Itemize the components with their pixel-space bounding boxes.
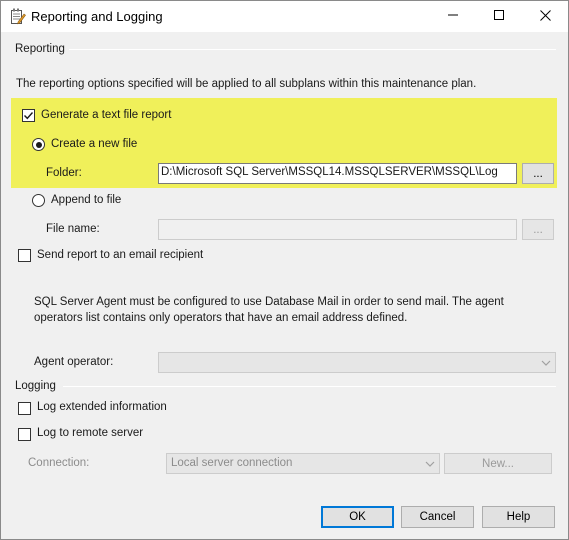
agent-note: SQL Server Agent must be configured to u… [34, 296, 504, 324]
cancel-button[interactable]: Cancel [401, 506, 474, 528]
maximize-icon [494, 10, 504, 23]
log-remote-label[interactable]: Log to remote server [37, 427, 143, 439]
maximize-button[interactable] [476, 1, 522, 32]
new-connection-button[interactable]: New... [444, 453, 552, 474]
append-to-file-radio[interactable] [32, 194, 45, 207]
reporting-divider [69, 49, 556, 50]
checkmark-icon [24, 112, 34, 120]
folder-label: Folder: [46, 167, 82, 179]
help-button[interactable]: Help [482, 506, 555, 528]
connection-label: Connection: [28, 457, 90, 469]
minimize-button[interactable] [430, 1, 476, 32]
connection-dropdown[interactable]: Local server connection [166, 453, 440, 474]
folder-input[interactable]: D:\Microsoft SQL Server\MSSQL14.MSSQLSER… [158, 163, 517, 184]
logging-divider [63, 386, 556, 387]
dialog-window: Reporting and Logging Reporting The repo… [0, 0, 569, 540]
agent-operator-dropdown[interactable] [158, 352, 556, 373]
create-new-file-label[interactable]: Create a new file [51, 138, 137, 150]
append-to-file-label[interactable]: Append to file [51, 194, 121, 206]
close-button[interactable] [522, 1, 568, 32]
file-name-label: File name: [46, 223, 100, 235]
log-extended-label[interactable]: Log extended information [37, 401, 167, 413]
folder-browse-button[interactable]: ... [522, 163, 554, 184]
send-email-label[interactable]: Send report to an email recipient [37, 249, 203, 261]
logging-section-title: Logging [15, 380, 56, 392]
generate-report-label[interactable]: Generate a text file report [41, 109, 171, 121]
file-name-browse-button[interactable]: ... [522, 219, 554, 240]
connection-value: Local server connection [171, 457, 293, 469]
chevron-down-icon [425, 459, 435, 467]
notepad-pencil-icon [10, 8, 26, 25]
window-title: Reporting and Logging [31, 9, 163, 24]
generate-report-checkbox[interactable] [22, 109, 35, 122]
title-bar: Reporting and Logging [1, 1, 568, 32]
log-extended-checkbox[interactable] [18, 402, 31, 415]
ok-button[interactable]: OK [321, 506, 394, 528]
reporting-description: The reporting options specified will be … [16, 78, 477, 90]
file-name-input[interactable] [158, 219, 517, 240]
chevron-down-icon [541, 358, 551, 366]
log-remote-checkbox[interactable] [18, 428, 31, 441]
create-new-file-radio[interactable] [32, 138, 45, 151]
send-email-checkbox[interactable] [18, 249, 31, 262]
close-icon [539, 9, 551, 24]
minimize-icon [448, 10, 458, 23]
reporting-section-title: Reporting [15, 43, 65, 55]
radio-selected-dot [35, 141, 42, 148]
agent-operator-label: Agent operator: [34, 356, 114, 368]
